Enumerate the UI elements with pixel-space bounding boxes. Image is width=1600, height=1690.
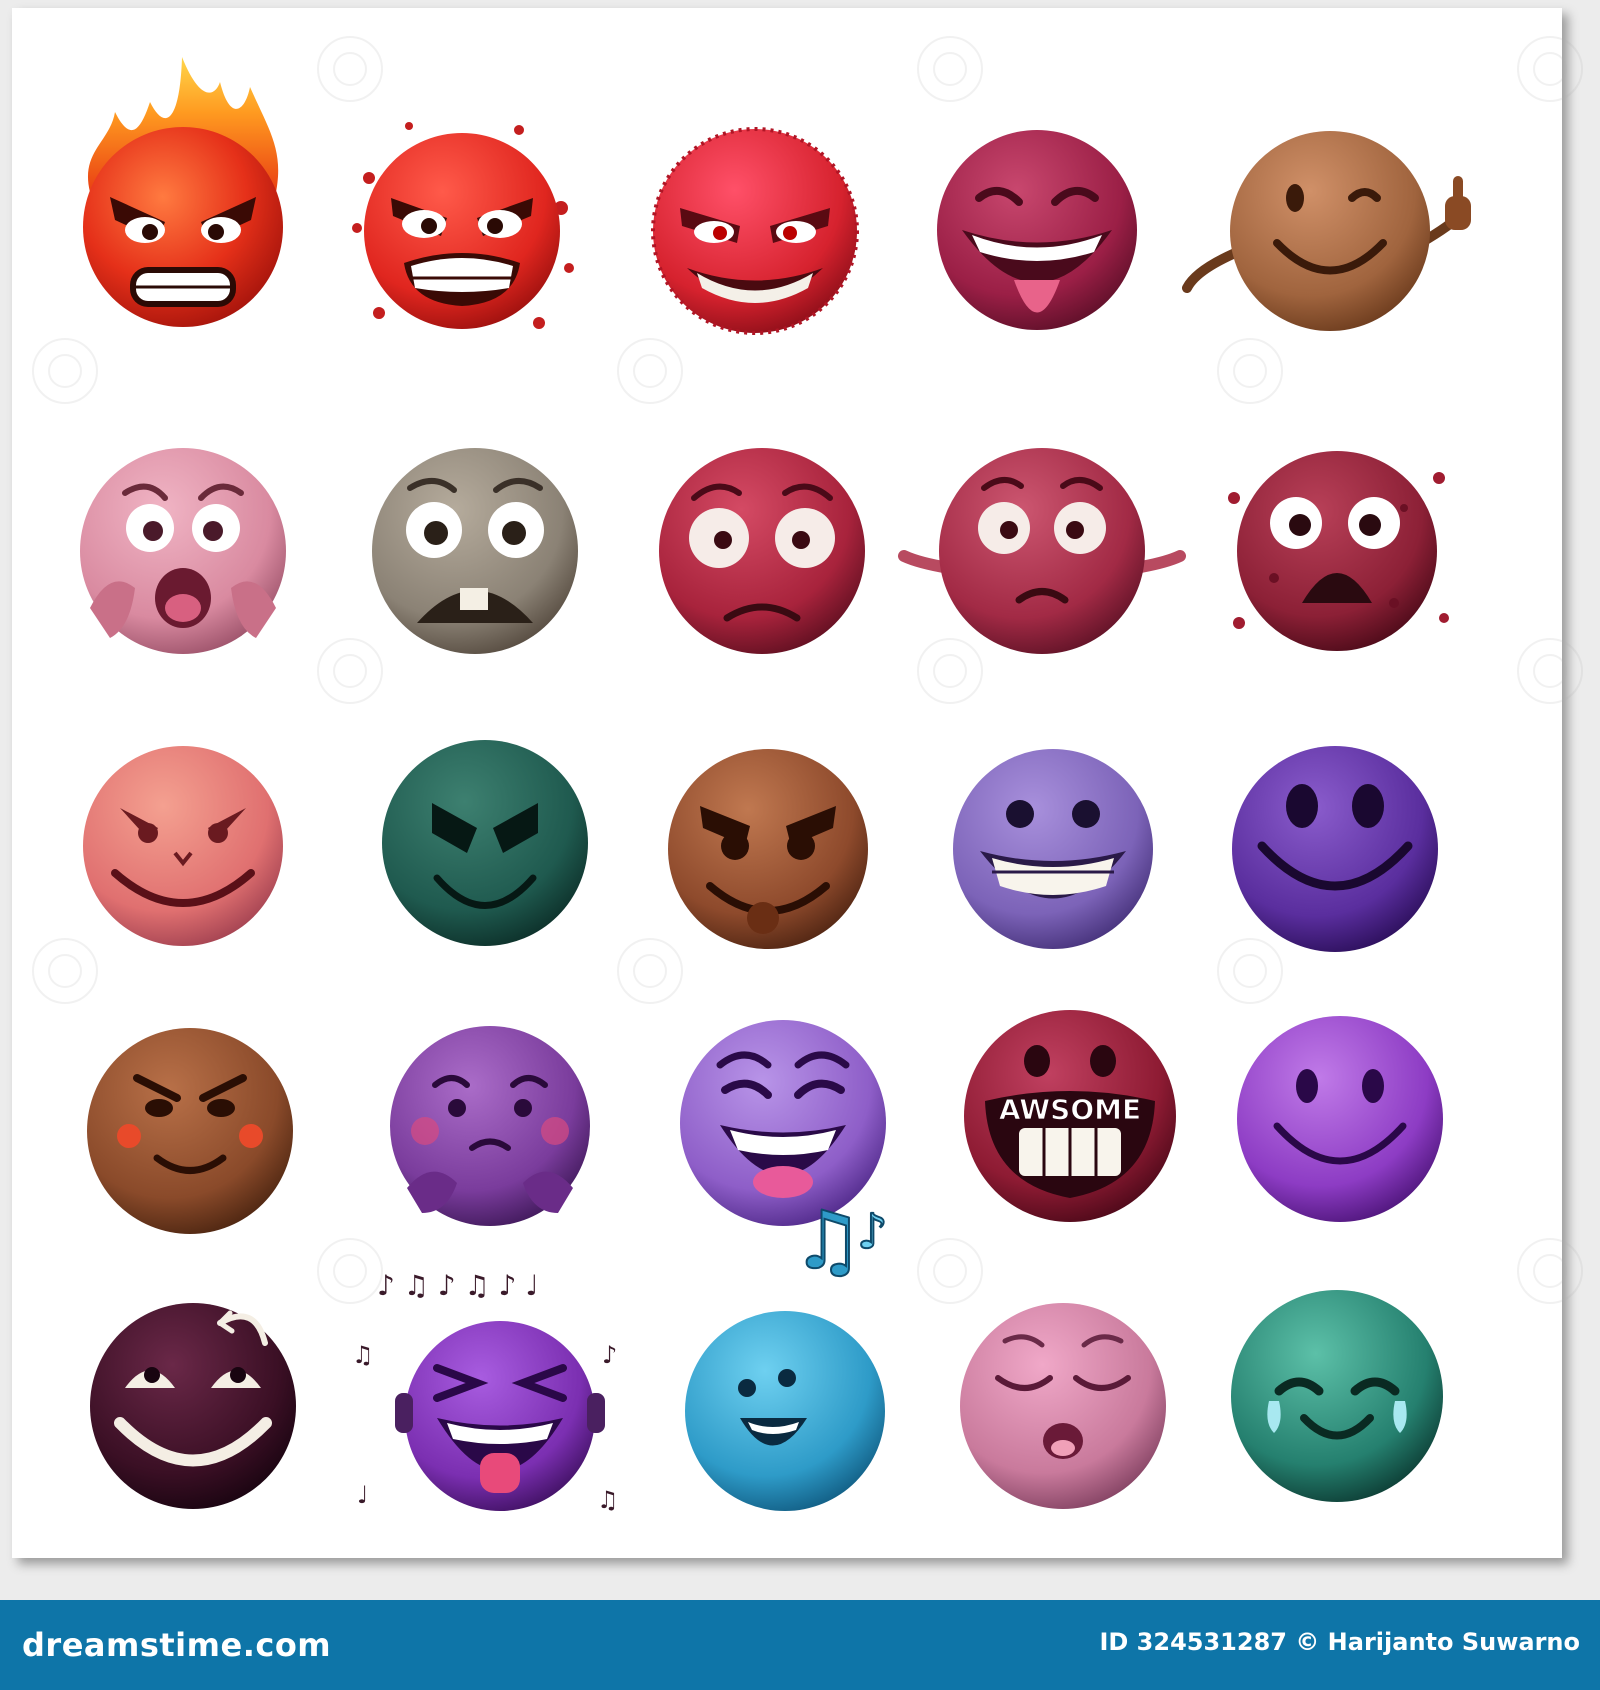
- watermark-swirl-icon: [917, 36, 983, 102]
- watermark-swirl-icon: [1517, 36, 1583, 102]
- screaming-face-icon: [70, 438, 296, 664]
- mischievous-face-icon: [655, 736, 881, 962]
- sleepy-face-icon: [950, 1293, 1176, 1519]
- thumbs-up-face-icon: [1182, 118, 1471, 344]
- shy-face-icon: [377, 1013, 603, 1239]
- tears-of-joy-face-icon: [1224, 1283, 1450, 1509]
- devious-smile-face-icon: [70, 733, 296, 959]
- evil-smile-face-icon: [372, 728, 598, 954]
- svg-text:♫: ♫: [597, 1486, 619, 1514]
- watermark-swirl-icon: [32, 338, 98, 404]
- angry-grin-face-icon: [349, 118, 575, 344]
- worried-face-icon: [649, 438, 875, 664]
- watermark-swirl-icon: [317, 1238, 383, 1304]
- brand-logo-text[interactable]: dreamstime.com: [22, 1626, 331, 1664]
- singing-face-icon: ♫ ♪: [672, 1193, 898, 1524]
- svg-text:♪: ♪: [602, 1341, 617, 1369]
- watermark-swirl-icon: [317, 36, 383, 102]
- confused-shrug-face-icon: [898, 438, 1186, 664]
- evil-grin-face-icon: [642, 118, 868, 344]
- watermark-swirl-icon: [617, 338, 683, 404]
- watermark-swirl-icon: [1217, 338, 1283, 404]
- svg-text:♩: ♩: [357, 1481, 368, 1509]
- big-grin-face-icon: [940, 736, 1166, 962]
- fearful-face-icon: [362, 438, 588, 664]
- watermark-swirl-icon: [1517, 638, 1583, 704]
- shocked-face-icon: [1224, 438, 1450, 664]
- emoji-sheet: AWSOME ♪ ♫ ♪ ♫ ♪ ♩ ♫ ♪ ♩ ♫ ♫ ♪: [12, 8, 1583, 1558]
- smug-blush-face-icon: [77, 1018, 303, 1244]
- simple-smile-face-icon: [1227, 1006, 1453, 1232]
- fire-angry-face-icon: [70, 57, 296, 328]
- svg-text:♫: ♫: [352, 1341, 374, 1369]
- music-laughing-face-icon: ♪ ♫ ♪ ♫ ♪ ♩ ♫ ♪ ♩ ♫: [352, 1269, 619, 1529]
- image-id-credit: ID 324531287 © Harijanto Suwarno: [1099, 1628, 1580, 1656]
- laughing-tongue-face-icon: [924, 120, 1150, 346]
- eye-roll-face-icon: [80, 1293, 306, 1519]
- svg-text:♫: ♫: [792, 1194, 864, 1287]
- smile-face-icon: [1222, 736, 1448, 962]
- svg-text:♪ ♫ ♪ ♫ ♪ ♩: ♪ ♫ ♪ ♫ ♪ ♩: [377, 1269, 539, 1302]
- awesome-caption: AWSOME: [999, 1093, 1141, 1126]
- svg-text:♪: ♪: [857, 1204, 888, 1260]
- watermark-swirl-icon: [1517, 1238, 1583, 1304]
- stock-footer-bar: dreamstime.com ID 324531287 © Harijanto …: [0, 1600, 1600, 1690]
- image-canvas: AWSOME ♪ ♫ ♪ ♫ ♪ ♩ ♫ ♪ ♩ ♫ ♫ ♪: [0, 0, 1600, 1600]
- awesome-face-icon: AWSOME: [957, 1003, 1183, 1229]
